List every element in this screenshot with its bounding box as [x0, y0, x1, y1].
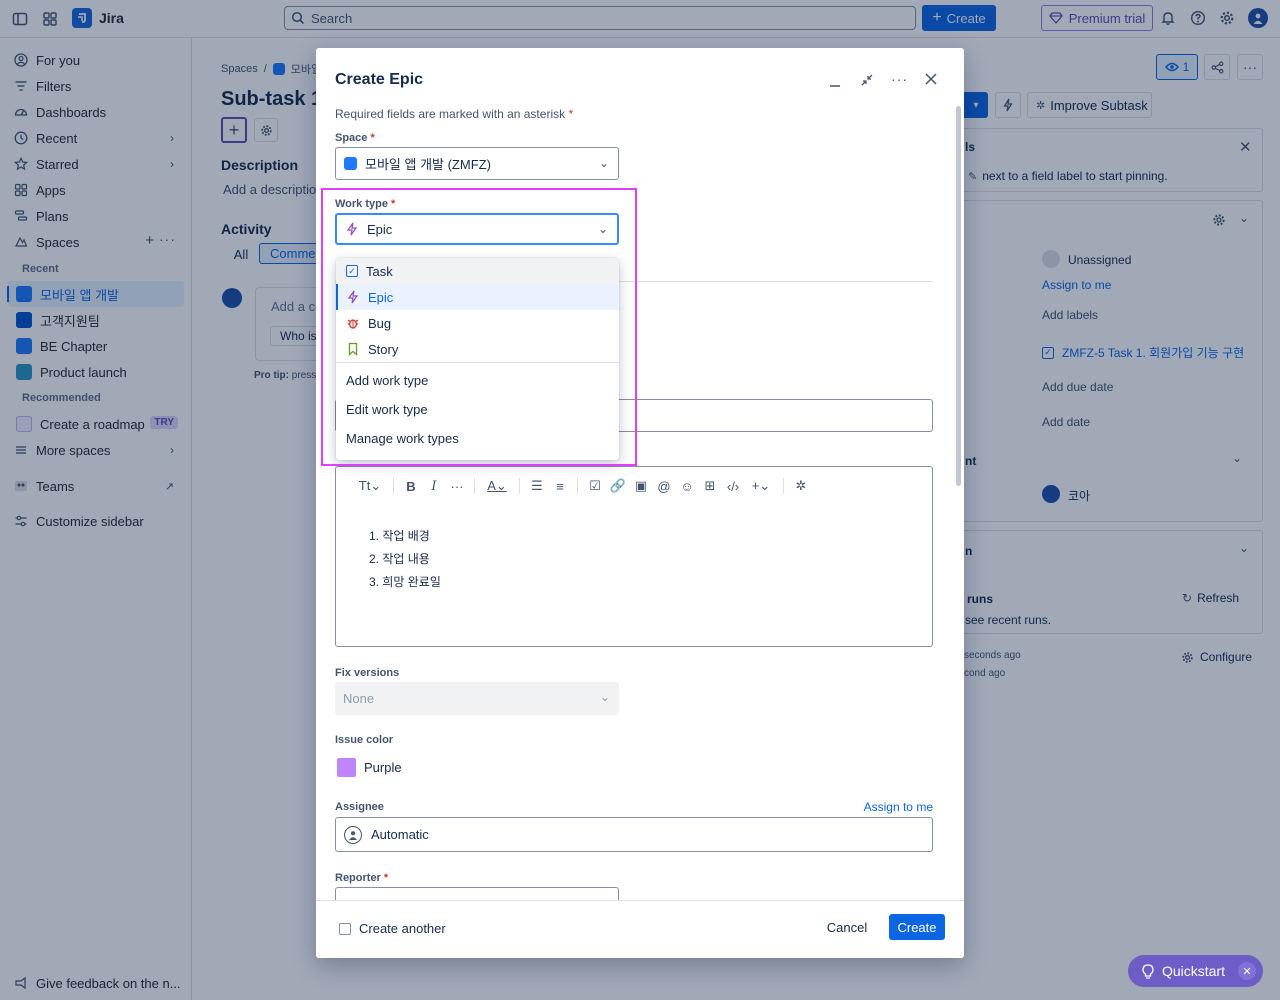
user-avatar-icon: [344, 825, 362, 844]
toolbar-divider: [783, 478, 784, 494]
image-icon[interactable]: ▣: [631, 476, 651, 496]
required-asterisk: *: [370, 132, 375, 144]
close-icon[interactable]: ✕: [1238, 962, 1256, 980]
assignee-label: Assignee: [335, 801, 384, 813]
modal-title: Create Epic: [335, 71, 424, 88]
link-icon[interactable]: 🔗: [608, 476, 628, 496]
issue-color-label: Issue color: [335, 734, 394, 746]
required-note-text: Required fields are marked with an aster…: [335, 107, 566, 121]
cancel-button[interactable]: Cancel: [821, 914, 873, 940]
asterisk: *: [568, 107, 574, 121]
assignee-select[interactable]: Automatic: [335, 817, 933, 852]
text-style-button[interactable]: Tt⌄: [354, 476, 386, 496]
toolbar-divider: [577, 478, 578, 494]
description-editor[interactable]: Tt⌄ B I ··· A⌄ ☰ ≡ ☑ 🔗 ▣ @ ☺ ⊞ ‹/› +⌄ ✲ …: [335, 466, 933, 647]
editor-toolbar: Tt⌄ B I ··· A⌄ ☰ ≡ ☑ 🔗 ▣ @ ☺ ⊞ ‹/› +⌄ ✲: [354, 476, 811, 496]
create-another-label: Create another: [359, 921, 446, 936]
scrollbar[interactable]: [956, 106, 961, 486]
list-item-text: 작업 내용: [382, 552, 430, 566]
required-asterisk: *: [383, 872, 389, 884]
table-icon[interactable]: ⊞: [700, 476, 720, 496]
color-swatch: [337, 758, 356, 777]
emoji-icon[interactable]: ☺: [677, 476, 697, 496]
quickstart-button[interactable]: Quickstart ✕: [1128, 955, 1263, 987]
mention-icon[interactable]: @: [654, 476, 674, 496]
editor-content[interactable]: 1. 작업 배경 2. 작업 내용 3. 희망 완료일: [369, 525, 441, 594]
text-color-button[interactable]: A⌄: [482, 476, 512, 496]
fix-versions-label: Fix versions: [335, 667, 400, 679]
checkbox-icon: [339, 922, 351, 935]
lightbulb-icon: [1142, 963, 1154, 979]
assign-to-me-link[interactable]: Assign to me: [864, 800, 933, 814]
list-item: 2. 작업 내용: [369, 552, 430, 566]
insert-more-button[interactable]: +⌄: [746, 476, 776, 496]
issue-color-picker[interactable]: Purple: [337, 758, 402, 777]
quickstart-label: Quickstart: [1162, 963, 1226, 979]
close-icon: [925, 73, 937, 85]
reporter-label: Reporter *: [335, 872, 388, 884]
modal-footer: Create another Cancel Create: [316, 900, 964, 958]
more-formatting-button[interactable]: ···: [447, 476, 467, 496]
bullet-list-button[interactable]: ☰: [527, 476, 547, 496]
space-label: Space *: [335, 132, 375, 144]
ai-sparkle-icon[interactable]: ✲: [791, 476, 811, 496]
code-icon[interactable]: ‹/›: [723, 476, 743, 496]
reporter-label-text: Reporter: [335, 872, 381, 884]
numbered-list-button[interactable]: ≡: [550, 476, 570, 496]
create-epic-modal: Create Epic ··· Required fields are mark…: [316, 48, 964, 958]
chevron-down-icon: ⌄: [598, 156, 609, 170]
close-modal-button[interactable]: [924, 72, 938, 86]
list-item: 3. 희망 완료일: [369, 575, 441, 589]
bold-button[interactable]: B: [401, 476, 421, 496]
minimize-button[interactable]: [828, 75, 842, 89]
fix-versions-select[interactable]: None ⌄: [335, 682, 619, 715]
toolbar-divider: [519, 478, 520, 494]
minimize-icon: [830, 85, 840, 87]
space-select-value: 모바일 앱 개발 (ZMFZ): [365, 157, 491, 172]
italic-button[interactable]: I: [424, 476, 444, 496]
assignee-value: Automatic: [371, 827, 429, 842]
highlight-annotation: [321, 188, 637, 466]
list-item: 1. 작업 배경: [369, 529, 430, 543]
fix-versions-value: None: [343, 691, 375, 706]
space-label-text: Space: [335, 132, 368, 144]
checkbox-icon[interactable]: ☑: [585, 476, 605, 496]
create-submit-button[interactable]: Create: [889, 914, 945, 940]
space-avatar-icon: [344, 157, 357, 170]
create-another-checkbox[interactable]: Create another: [339, 921, 446, 936]
collapse-button[interactable]: [860, 73, 874, 87]
chevron-down-icon: ⌄: [599, 690, 610, 704]
issue-color-value: Purple: [364, 760, 402, 775]
space-select[interactable]: 모바일 앱 개발 (ZMFZ) ⌄: [335, 147, 619, 180]
toolbar-divider: [474, 478, 475, 494]
toolbar-divider: [393, 478, 394, 494]
collapse-icon: [861, 74, 873, 86]
list-item-text: 희망 완료일: [382, 575, 441, 589]
more-options-icon[interactable]: ···: [891, 71, 908, 87]
required-note: Required fields are marked with an aster…: [335, 107, 573, 121]
list-item-text: 작업 배경: [382, 529, 430, 543]
